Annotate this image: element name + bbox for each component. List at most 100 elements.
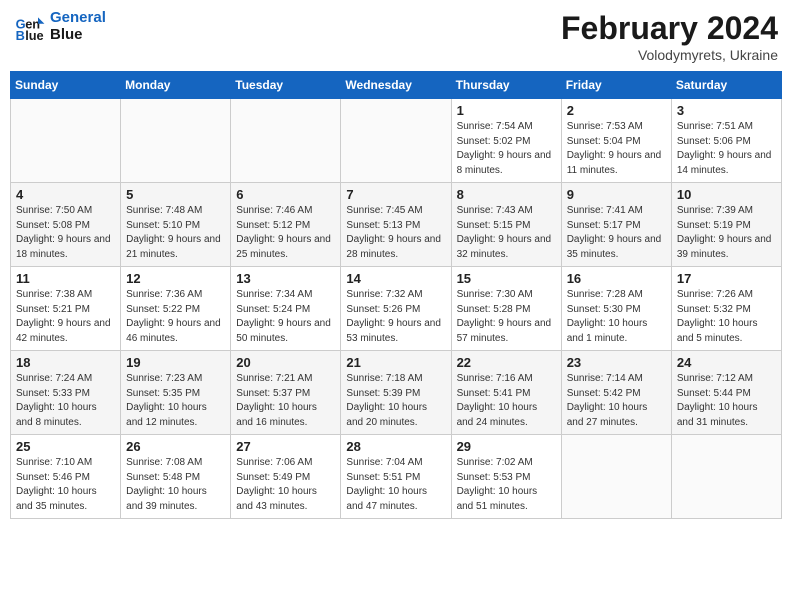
- weekday-header: Saturday: [671, 72, 781, 99]
- day-number: 21: [346, 355, 445, 370]
- day-info: Sunrise: 7:34 AM Sunset: 5:24 PM Dayligh…: [236, 288, 335, 346]
- calendar-cell: 6 Sunrise: 7:46 AM Sunset: 5:12 PM Daylig…: [231, 183, 341, 267]
- calendar-cell: [341, 99, 451, 183]
- calendar-cell: 21 Sunrise: 7:18 AM Sunset: 5:39 PM Dayli…: [341, 351, 451, 435]
- day-number: 8: [457, 187, 556, 202]
- day-info: Sunrise: 7:54 AM Sunset: 5:02 PM Dayligh…: [457, 120, 556, 178]
- calendar-cell: 24 Sunrise: 7:12 AM Sunset: 5:44 PM Dayli…: [671, 351, 781, 435]
- day-info: Sunrise: 7:38 AM Sunset: 5:21 PM Dayligh…: [16, 288, 115, 346]
- day-number: 27: [236, 439, 335, 454]
- calendar-cell: 23 Sunrise: 7:14 AM Sunset: 5:42 PM Dayli…: [561, 351, 671, 435]
- calendar-cell: [671, 435, 781, 519]
- day-info: Sunrise: 7:16 AM Sunset: 5:41 PM Dayligh…: [457, 372, 556, 430]
- day-info: Sunrise: 7:36 AM Sunset: 5:22 PM Dayligh…: [126, 288, 225, 346]
- day-number: 24: [677, 355, 776, 370]
- day-info: Sunrise: 7:43 AM Sunset: 5:15 PM Dayligh…: [457, 204, 556, 262]
- weekday-header: Friday: [561, 72, 671, 99]
- day-number: 15: [457, 271, 556, 286]
- day-info: Sunrise: 7:18 AM Sunset: 5:39 PM Dayligh…: [346, 372, 445, 430]
- calendar-cell: [121, 99, 231, 183]
- day-number: 23: [567, 355, 666, 370]
- day-number: 20: [236, 355, 335, 370]
- day-number: 12: [126, 271, 225, 286]
- day-number: 5: [126, 187, 225, 202]
- day-info: Sunrise: 7:48 AM Sunset: 5:10 PM Dayligh…: [126, 204, 225, 262]
- page-header: G en B lue General Blue February 2024 Vo…: [10, 10, 782, 63]
- calendar-cell: 11 Sunrise: 7:38 AM Sunset: 5:21 PM Dayli…: [11, 267, 121, 351]
- calendar-cell: 3Sunrise: 7:51 AM Sunset: 5:06 PM Daylig…: [671, 99, 781, 183]
- calendar-cell: 17Sunrise: 7:26 AM Sunset: 5:32 PM Dayli…: [671, 267, 781, 351]
- calendar-header-row: SundayMondayTuesdayWednesdayThursdayFrid…: [11, 72, 782, 99]
- calendar-cell: 14Sunrise: 7:32 AM Sunset: 5:26 PM Dayli…: [341, 267, 451, 351]
- day-info: Sunrise: 7:41 AM Sunset: 5:17 PM Dayligh…: [567, 204, 666, 262]
- title-block: February 2024 Volodymyrets, Ukraine: [561, 10, 778, 63]
- calendar-cell: [11, 99, 121, 183]
- day-info: Sunrise: 7:06 AM Sunset: 5:49 PM Dayligh…: [236, 456, 335, 514]
- logo: G en B lue General Blue: [14, 10, 106, 43]
- calendar-week-row: 25 Sunrise: 7:10 AM Sunset: 5:46 PM Dayli…: [11, 435, 782, 519]
- day-info: Sunrise: 7:21 AM Sunset: 5:37 PM Dayligh…: [236, 372, 335, 430]
- calendar-week-row: 11 Sunrise: 7:38 AM Sunset: 5:21 PM Dayli…: [11, 267, 782, 351]
- calendar-cell: 2 Sunrise: 7:53 AM Sunset: 5:04 PM Daylig…: [561, 99, 671, 183]
- calendar-cell: [561, 435, 671, 519]
- calendar-cell: 26Sunrise: 7:08 AM Sunset: 5:48 PM Dayli…: [121, 435, 231, 519]
- calendar-cell: 16 Sunrise: 7:28 AM Sunset: 5:30 PM Dayli…: [561, 267, 671, 351]
- calendar-cell: 1 Sunrise: 7:54 AM Sunset: 5:02 PM Daylig…: [451, 99, 561, 183]
- calendar-body: 1 Sunrise: 7:54 AM Sunset: 5:02 PM Daylig…: [11, 99, 782, 519]
- calendar-cell: 13 Sunrise: 7:34 AM Sunset: 5:24 PM Dayli…: [231, 267, 341, 351]
- calendar-cell: 9 Sunrise: 7:41 AM Sunset: 5:17 PM Daylig…: [561, 183, 671, 267]
- calendar-cell: 27 Sunrise: 7:06 AM Sunset: 5:49 PM Dayli…: [231, 435, 341, 519]
- calendar-cell: 22 Sunrise: 7:16 AM Sunset: 5:41 PM Dayli…: [451, 351, 561, 435]
- day-number: 2: [567, 103, 666, 118]
- day-number: 18: [16, 355, 115, 370]
- day-number: 3: [677, 103, 776, 118]
- location: Volodymyrets, Ukraine: [561, 47, 778, 63]
- day-info: Sunrise: 7:23 AM Sunset: 5:35 PM Dayligh…: [126, 372, 225, 430]
- day-number: 7: [346, 187, 445, 202]
- day-number: 6: [236, 187, 335, 202]
- day-number: 4: [16, 187, 115, 202]
- weekday-header: Wednesday: [341, 72, 451, 99]
- svg-text:lue: lue: [25, 27, 44, 42]
- calendar-week-row: 18Sunrise: 7:24 AM Sunset: 5:33 PM Dayli…: [11, 351, 782, 435]
- day-info: Sunrise: 7:04 AM Sunset: 5:51 PM Dayligh…: [346, 456, 445, 514]
- calendar-cell: 29Sunrise: 7:02 AM Sunset: 5:53 PM Dayli…: [451, 435, 561, 519]
- day-info: Sunrise: 7:14 AM Sunset: 5:42 PM Dayligh…: [567, 372, 666, 430]
- calendar-cell: 18Sunrise: 7:24 AM Sunset: 5:33 PM Dayli…: [11, 351, 121, 435]
- day-info: Sunrise: 7:53 AM Sunset: 5:04 PM Dayligh…: [567, 120, 666, 178]
- calendar-cell: 25 Sunrise: 7:10 AM Sunset: 5:46 PM Dayli…: [11, 435, 121, 519]
- calendar-cell: 4 Sunrise: 7:50 AM Sunset: 5:08 PM Daylig…: [11, 183, 121, 267]
- day-info: Sunrise: 7:26 AM Sunset: 5:32 PM Dayligh…: [677, 288, 776, 346]
- calendar-cell: 10Sunrise: 7:39 AM Sunset: 5:19 PM Dayli…: [671, 183, 781, 267]
- calendar-week-row: 1 Sunrise: 7:54 AM Sunset: 5:02 PM Daylig…: [11, 99, 782, 183]
- day-number: 16: [567, 271, 666, 286]
- calendar-cell: 7 Sunrise: 7:45 AM Sunset: 5:13 PM Daylig…: [341, 183, 451, 267]
- day-number: 11: [16, 271, 115, 286]
- day-number: 29: [457, 439, 556, 454]
- svg-text:B: B: [16, 27, 25, 42]
- calendar-table: SundayMondayTuesdayWednesdayThursdayFrid…: [10, 71, 782, 519]
- day-info: Sunrise: 7:32 AM Sunset: 5:26 PM Dayligh…: [346, 288, 445, 346]
- logo-icon: G en B lue: [14, 11, 46, 43]
- day-info: Sunrise: 7:10 AM Sunset: 5:46 PM Dayligh…: [16, 456, 115, 514]
- day-info: Sunrise: 7:28 AM Sunset: 5:30 PM Dayligh…: [567, 288, 666, 346]
- day-number: 13: [236, 271, 335, 286]
- calendar-week-row: 4 Sunrise: 7:50 AM Sunset: 5:08 PM Daylig…: [11, 183, 782, 267]
- day-number: 22: [457, 355, 556, 370]
- day-number: 25: [16, 439, 115, 454]
- day-number: 9: [567, 187, 666, 202]
- calendar-cell: 19 Sunrise: 7:23 AM Sunset: 5:35 PM Dayli…: [121, 351, 231, 435]
- day-info: Sunrise: 7:50 AM Sunset: 5:08 PM Dayligh…: [16, 204, 115, 262]
- day-info: Sunrise: 7:12 AM Sunset: 5:44 PM Dayligh…: [677, 372, 776, 430]
- calendar-cell: 20 Sunrise: 7:21 AM Sunset: 5:37 PM Dayli…: [231, 351, 341, 435]
- day-info: Sunrise: 7:39 AM Sunset: 5:19 PM Dayligh…: [677, 204, 776, 262]
- day-info: Sunrise: 7:45 AM Sunset: 5:13 PM Dayligh…: [346, 204, 445, 262]
- calendar-cell: 12 Sunrise: 7:36 AM Sunset: 5:22 PM Dayli…: [121, 267, 231, 351]
- day-number: 1: [457, 103, 556, 118]
- calendar-cell: 15Sunrise: 7:30 AM Sunset: 5:28 PM Dayli…: [451, 267, 561, 351]
- weekday-header: Sunday: [11, 72, 121, 99]
- calendar-cell: 5 Sunrise: 7:48 AM Sunset: 5:10 PM Daylig…: [121, 183, 231, 267]
- day-info: Sunrise: 7:08 AM Sunset: 5:48 PM Dayligh…: [126, 456, 225, 514]
- day-number: 19: [126, 355, 225, 370]
- day-info: Sunrise: 7:46 AM Sunset: 5:12 PM Dayligh…: [236, 204, 335, 262]
